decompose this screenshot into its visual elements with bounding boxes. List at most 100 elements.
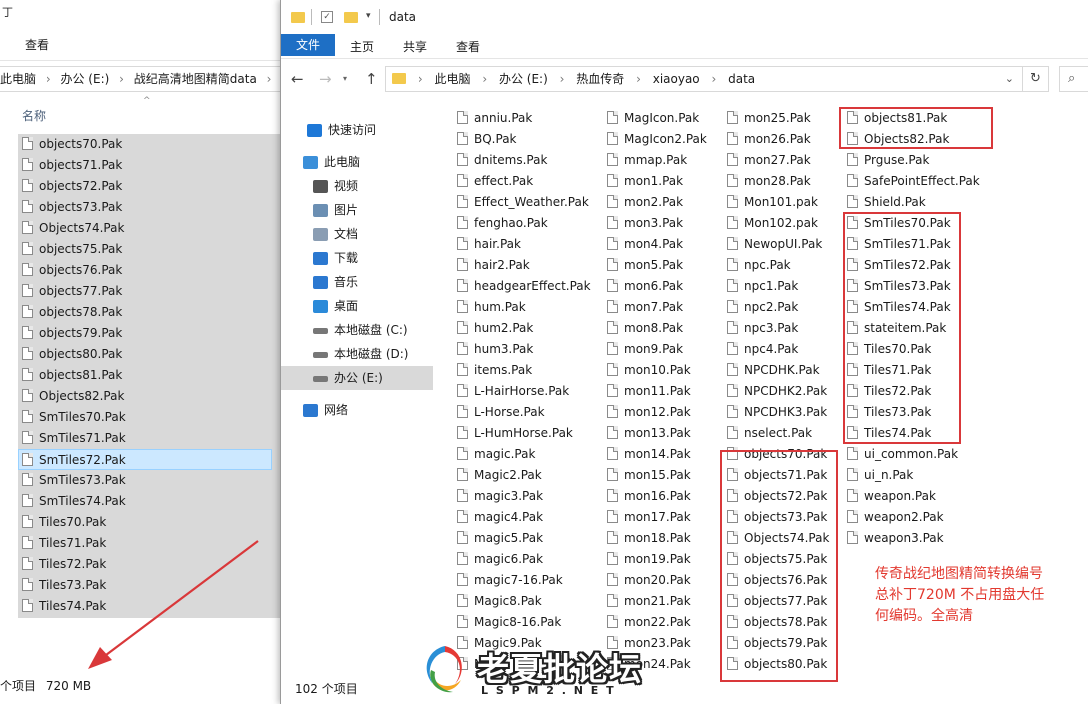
- file-item[interactable]: mon26.Pak: [727, 129, 811, 150]
- file-item[interactable]: hum3.Pak: [457, 339, 533, 360]
- file-item[interactable]: mon12.Pak: [607, 402, 691, 423]
- file-item[interactable]: mon7.Pak: [607, 297, 683, 318]
- left-column-header-name[interactable]: 名称: [22, 107, 46, 124]
- file-item[interactable]: SmTiles74.Pak: [847, 297, 951, 318]
- file-item[interactable]: weapon2.Pak: [847, 507, 944, 528]
- file-item[interactable]: Tiles70.Pak: [847, 339, 931, 360]
- file-item[interactable]: npc.Pak: [727, 255, 791, 276]
- file-item[interactable]: Mon101.pak: [727, 192, 818, 213]
- file-item[interactable]: Tiles71.Pak: [847, 360, 931, 381]
- file-item[interactable]: objects81.Pak: [847, 108, 947, 129]
- file-item[interactable]: objects79.Pak: [22, 323, 122, 344]
- file-item[interactable]: mmap.Pak: [607, 150, 687, 171]
- file-item[interactable]: magic7-16.Pak: [457, 570, 563, 591]
- file-item[interactable]: ui_common.Pak: [847, 444, 958, 465]
- file-item[interactable]: SmTiles74.Pak: [22, 491, 126, 512]
- file-item[interactable]: objects77.Pak: [22, 281, 122, 302]
- file-item[interactable]: mon15.Pak: [607, 465, 691, 486]
- file-item[interactable]: NewopUI.Pak: [727, 234, 822, 255]
- file-item[interactable]: magic3.Pak: [457, 486, 543, 507]
- file-item[interactable]: objects78.Pak: [727, 612, 827, 633]
- file-item[interactable]: nselect.Pak: [727, 423, 812, 444]
- file-item[interactable]: mon10.Pak: [607, 360, 691, 381]
- left-breadcrumb-1[interactable]: 办公 (E:): [60, 72, 109, 86]
- file-item[interactable]: SmTiles70.Pak: [847, 213, 951, 234]
- file-item[interactable]: mon9.Pak: [607, 339, 683, 360]
- file-item[interactable]: objects71.Pak: [22, 155, 122, 176]
- file-item[interactable]: magic5.Pak: [457, 528, 543, 549]
- file-item[interactable]: Tiles74.Pak: [847, 423, 931, 444]
- file-item[interactable]: hair2.Pak: [457, 255, 530, 276]
- file-item[interactable]: L-HairHorse.Pak: [457, 381, 569, 402]
- file-item[interactable]: SmTiles73.Pak: [22, 470, 126, 491]
- file-item[interactable]: Magic8.Pak: [457, 591, 542, 612]
- file-item[interactable]: L-HumHorse.Pak: [457, 423, 573, 444]
- file-item[interactable]: mon1.Pak: [607, 171, 683, 192]
- file-item[interactable]: mon22.Pak: [607, 612, 691, 633]
- file-item[interactable]: Objects74.Pak: [22, 218, 124, 239]
- file-item[interactable]: hair.Pak: [457, 234, 521, 255]
- file-item[interactable]: NPCDHK3.Pak: [727, 402, 827, 423]
- left-breadcrumb-0[interactable]: 此电脑: [0, 72, 36, 86]
- file-item[interactable]: objects73.Pak: [727, 507, 827, 528]
- file-item[interactable]: MagIcon.Pak: [607, 108, 699, 129]
- file-item[interactable]: Tiles72.Pak: [847, 381, 931, 402]
- file-item[interactable]: objects70.Pak: [22, 134, 122, 155]
- file-item[interactable]: Effect_Weather.Pak: [457, 192, 589, 213]
- file-item[interactable]: mon17.Pak: [607, 507, 691, 528]
- file-item[interactable]: objects76.Pak: [22, 260, 122, 281]
- file-item[interactable]: mon6.Pak: [607, 276, 683, 297]
- file-item[interactable]: objects70.Pak: [727, 444, 827, 465]
- file-item[interactable]: npc4.Pak: [727, 339, 798, 360]
- file-item[interactable]: mon8.Pak: [607, 318, 683, 339]
- file-item[interactable]: effect.Pak: [457, 171, 533, 192]
- file-item[interactable]: npc1.Pak: [727, 276, 798, 297]
- file-item[interactable]: objects71.Pak: [727, 465, 827, 486]
- file-item[interactable]: stateitem.Pak: [847, 318, 946, 339]
- file-item[interactable]: weapon.Pak: [847, 486, 936, 507]
- file-item[interactable]: Objects82.Pak: [22, 386, 124, 407]
- file-item[interactable]: objects73.Pak: [22, 197, 122, 218]
- file-item[interactable]: SmTiles71.Pak: [847, 234, 951, 255]
- file-item[interactable]: MagIcon2.Pak: [607, 129, 707, 150]
- file-item-selected[interactable]: SmTiles72.Pak: [18, 449, 272, 470]
- file-item[interactable]: objects72.Pak: [727, 486, 827, 507]
- file-item[interactable]: objects78.Pak: [22, 302, 122, 323]
- file-item[interactable]: objects75.Pak: [22, 239, 122, 260]
- file-item[interactable]: mon11.Pak: [607, 381, 691, 402]
- file-item[interactable]: Shield.Pak: [847, 192, 926, 213]
- file-item[interactable]: mon25.Pak: [727, 108, 811, 129]
- file-item[interactable]: mon3.Pak: [607, 213, 683, 234]
- file-item[interactable]: items.Pak: [457, 360, 532, 381]
- file-item[interactable]: SmTiles70.Pak: [22, 407, 126, 428]
- file-item[interactable]: npc2.Pak: [727, 297, 798, 318]
- file-item[interactable]: SmTiles73.Pak: [847, 276, 951, 297]
- file-item[interactable]: magic4.Pak: [457, 507, 543, 528]
- file-item[interactable]: NPCDHK.Pak: [727, 360, 820, 381]
- file-item[interactable]: mon14.Pak: [607, 444, 691, 465]
- file-item[interactable]: Magic2.Pak: [457, 465, 542, 486]
- file-item[interactable]: npc3.Pak: [727, 318, 798, 339]
- file-item[interactable]: fenghao.Pak: [457, 213, 548, 234]
- file-item[interactable]: Objects82.Pak: [847, 129, 949, 150]
- file-item[interactable]: mon16.Pak: [607, 486, 691, 507]
- file-item[interactable]: hum.Pak: [457, 297, 526, 318]
- file-item[interactable]: mon13.Pak: [607, 423, 691, 444]
- file-item[interactable]: mon27.Pak: [727, 150, 811, 171]
- file-item[interactable]: objects75.Pak: [727, 549, 827, 570]
- file-item[interactable]: NPCDHK2.Pak: [727, 381, 827, 402]
- file-item[interactable]: dnitems.Pak: [457, 150, 547, 171]
- file-item[interactable]: Magic8-16.Pak: [457, 612, 561, 633]
- file-item[interactable]: SafePointEffect.Pak: [847, 171, 980, 192]
- file-item[interactable]: weapon3.Pak: [847, 528, 944, 549]
- file-item[interactable]: objects76.Pak: [727, 570, 827, 591]
- file-item[interactable]: Prguse.Pak: [847, 150, 929, 171]
- file-item[interactable]: mon20.Pak: [607, 570, 691, 591]
- file-item[interactable]: mon28.Pak: [727, 171, 811, 192]
- file-item[interactable]: objects80.Pak: [727, 654, 827, 675]
- file-item[interactable]: hum2.Pak: [457, 318, 533, 339]
- file-item[interactable]: mon18.Pak: [607, 528, 691, 549]
- file-item[interactable]: headgearEffect.Pak: [457, 276, 591, 297]
- file-item[interactable]: L-Horse.Pak: [457, 402, 545, 423]
- left-tab-view[interactable]: 查看: [25, 36, 49, 53]
